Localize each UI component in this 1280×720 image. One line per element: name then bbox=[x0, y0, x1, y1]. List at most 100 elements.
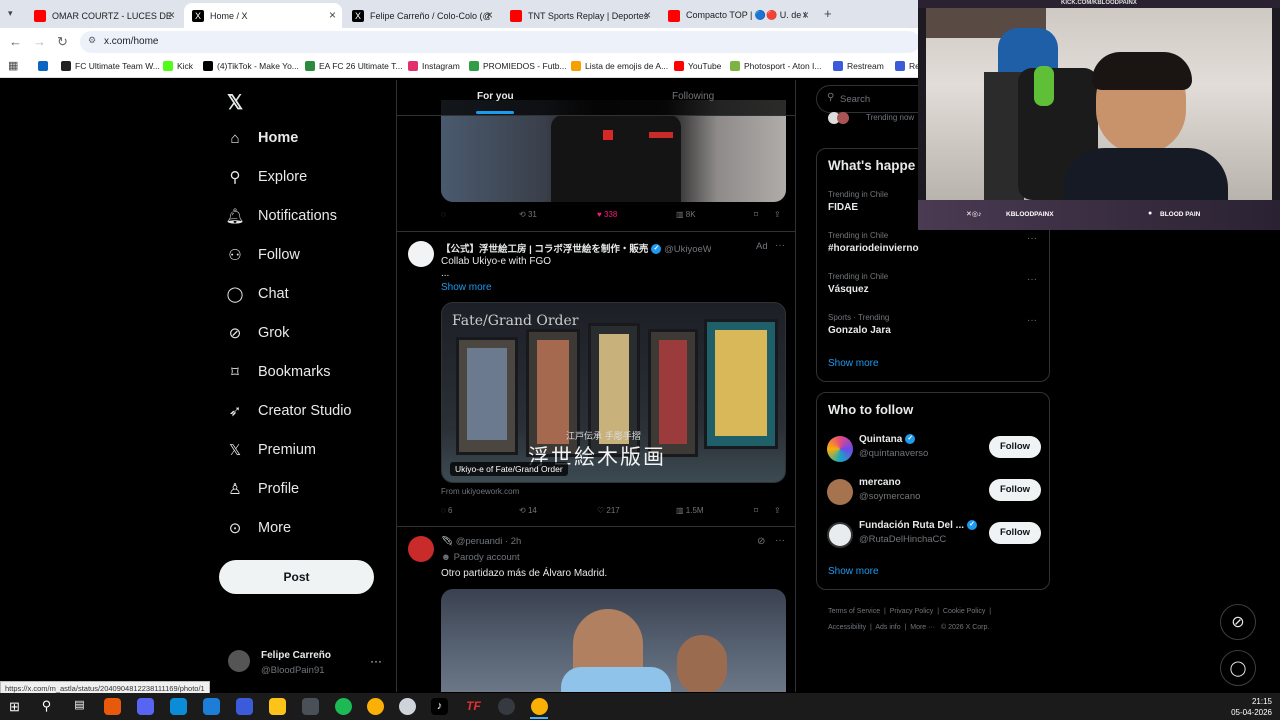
copilot-icon[interactable] bbox=[104, 698, 121, 715]
retweet-button[interactable]: ⟲ 14 bbox=[519, 506, 537, 515]
spotify-icon[interactable] bbox=[335, 698, 352, 715]
post-button[interactable]: Post bbox=[219, 560, 374, 594]
footer-link[interactable]: Ads info bbox=[875, 624, 900, 631]
like-button[interactable]: ♥ 338 bbox=[597, 210, 617, 219]
nav-grok[interactable]: ⊘ Grok bbox=[226, 324, 290, 342]
bookmark-item[interactable]: (4)TikTok - Make Yo... bbox=[203, 61, 299, 71]
follow-suggestion[interactable]: mercano @soymercano Follow bbox=[827, 477, 1041, 513]
account-menu-icon[interactable]: ··· bbox=[370, 654, 382, 668]
reply-icon[interactable]: ◌ bbox=[441, 210, 446, 219]
system-clock[interactable]: 21:15 05-04-2026 bbox=[1231, 696, 1272, 718]
share-icon[interactable]: ⇪ bbox=[774, 506, 781, 515]
footer-link[interactable]: Privacy Policy bbox=[890, 608, 934, 615]
chrome-icon[interactable] bbox=[367, 698, 384, 715]
bookmark-item[interactable]: EA FC 26 Ultimate T... bbox=[305, 61, 402, 71]
bookmark-item[interactable]: YouTube bbox=[674, 61, 721, 71]
trends-show-more[interactable]: Show more bbox=[828, 358, 879, 369]
tab-for-you[interactable]: For you bbox=[477, 91, 514, 102]
reload-icon[interactable]: ↻ bbox=[57, 34, 68, 50]
close-icon[interactable]: × bbox=[802, 8, 809, 22]
close-icon[interactable]: × bbox=[329, 8, 336, 22]
tweet-author[interactable]: 🪶︎ @peruandi · 2h bbox=[441, 536, 521, 547]
share-icon[interactable]: ⇪ bbox=[774, 210, 781, 219]
tab-search-chevron-icon[interactable]: ▾ bbox=[8, 8, 13, 19]
forward-arrow-icon[interactable]: → bbox=[33, 34, 46, 49]
trend-more-icon[interactable]: ··· bbox=[1027, 274, 1037, 285]
footer-link[interactable]: Cookie Policy bbox=[943, 608, 985, 615]
bookmark-item[interactable]: Restream bbox=[833, 61, 884, 71]
trend-item[interactable]: Trending in Chile FIDAE bbox=[828, 190, 888, 213]
file-explorer-icon[interactable] bbox=[269, 698, 286, 715]
address-bar[interactable]: ⚙ x.com/home bbox=[80, 31, 920, 53]
views-button[interactable]: ▥ 1.5M bbox=[676, 506, 704, 515]
obs-icon[interactable] bbox=[498, 698, 515, 715]
trend-item[interactable]: Sports · Trending Gonzalo Jara bbox=[828, 313, 891, 336]
footer-link[interactable]: Accessibility bbox=[828, 624, 866, 631]
tab-following[interactable]: Following bbox=[672, 91, 714, 102]
bookmark-item[interactable]: Kick bbox=[163, 61, 193, 71]
follow-button[interactable]: Follow bbox=[989, 522, 1041, 544]
grok-icon[interactable]: ⊘ bbox=[757, 536, 765, 547]
bookmark-icon[interactable]: ⌑ bbox=[754, 210, 758, 219]
mail-icon[interactable] bbox=[203, 698, 220, 715]
tweet-author-name[interactable]: 【公式】浮世絵工房 | コラボ浮世絵を制作・販売✓ @UkiyoeWork bbox=[441, 241, 711, 255]
trend-more-icon[interactable]: ··· bbox=[1027, 233, 1037, 244]
avatar[interactable] bbox=[408, 536, 434, 562]
chat-button[interactable]: ◯ bbox=[1220, 650, 1256, 686]
nav-bookmarks[interactable]: ⌑ Bookmarks bbox=[226, 363, 330, 381]
bookmark-item[interactable]: PROMIEDOS - Futb... bbox=[469, 61, 567, 71]
site-info-icon[interactable]: ⚙ bbox=[88, 35, 96, 46]
nav-more[interactable]: ⊙ More bbox=[226, 519, 291, 537]
nav-profile[interactable]: ♙ Profile bbox=[226, 480, 299, 498]
nav-notifications[interactable]: 🔔︎ Notifications bbox=[225, 207, 337, 225]
bookmark-item[interactable]: Photosport - Aton I... bbox=[730, 61, 822, 71]
nav-premium[interactable]: 𝕏 Premium bbox=[226, 441, 316, 459]
follow-show-more[interactable]: Show more bbox=[828, 566, 879, 577]
trend-item[interactable]: Trending in Chile Vásquez bbox=[828, 272, 888, 295]
avatar[interactable] bbox=[228, 650, 250, 672]
edge-icon[interactable] bbox=[170, 698, 187, 715]
trend-more-icon[interactable]: ··· bbox=[1027, 315, 1037, 326]
tweet-media-image[interactable] bbox=[441, 589, 786, 692]
bookmark-item[interactable]: FC Ultimate Team W... bbox=[61, 61, 160, 71]
nav-chat[interactable]: ◯ Chat bbox=[226, 285, 289, 303]
show-more-link[interactable]: Show more bbox=[441, 282, 492, 293]
grok-button[interactable]: ⊘ bbox=[1220, 604, 1256, 640]
like-button[interactable]: ♡ 217 bbox=[597, 506, 620, 515]
retweet-button[interactable]: ⟲ 31 bbox=[519, 210, 537, 219]
footer-link[interactable]: Terms of Service bbox=[828, 608, 880, 615]
search-icon[interactable]: ⚲ bbox=[38, 698, 55, 715]
discord-icon[interactable] bbox=[137, 698, 154, 715]
more-options-icon[interactable]: ··· bbox=[775, 535, 785, 546]
nav-explore[interactable]: ⚲ Explore bbox=[226, 168, 308, 186]
footer-link[interactable]: More ··· bbox=[910, 624, 935, 631]
close-icon[interactable]: × bbox=[486, 8, 493, 22]
nav-follow[interactable]: ⚇ Follow bbox=[226, 246, 300, 264]
chrome-icon[interactable] bbox=[531, 698, 548, 715]
browser-tab[interactable]: Compacto TOP | 🔵🔴 U. de C × bbox=[660, 3, 815, 28]
browser-tab[interactable]: TNT Sports Replay | Deportes C × bbox=[502, 3, 657, 28]
follow-button[interactable]: Follow bbox=[989, 479, 1041, 501]
windows-start-icon[interactable]: ⊞ bbox=[6, 698, 23, 715]
ad-source-link[interactable]: From ukiyoework.com bbox=[441, 487, 519, 496]
ad-media-image[interactable]: Fate/Grand Order 江戸伝承 手彫手摺 浮世絵木版画 Ukiyo-… bbox=[441, 302, 786, 483]
back-arrow-icon[interactable]: ← bbox=[9, 34, 22, 49]
tiktok-icon[interactable]: ♪ bbox=[431, 698, 448, 715]
browser-tab[interactable]: OMAR COURTZ - LUCES DE CO × bbox=[26, 3, 181, 28]
bookmark-icon[interactable]: ⌑ bbox=[754, 506, 758, 515]
close-icon[interactable]: × bbox=[168, 8, 175, 22]
apps-grid-icon[interactable]: ▦ bbox=[8, 59, 18, 72]
follow-button[interactable]: Follow bbox=[989, 436, 1041, 458]
bookmark-item[interactable]: Instagram bbox=[408, 61, 460, 71]
bookmark-linkedin[interactable] bbox=[38, 61, 52, 71]
follow-suggestion[interactable]: Fundación Ruta Del ... ✓ @RutaDelHinchaCC… bbox=[827, 520, 1041, 556]
nav-creator-studio[interactable]: ➶ Creator Studio bbox=[226, 402, 352, 420]
x-logo-icon[interactable]: 𝕏 bbox=[227, 90, 243, 115]
close-icon[interactable]: × bbox=[644, 8, 651, 22]
follow-suggestion[interactable]: Quintana ✓ @quintanaverso Follow bbox=[827, 434, 1041, 470]
app-icon[interactable] bbox=[236, 698, 253, 715]
app-icon[interactable] bbox=[302, 698, 319, 715]
bookmark-item[interactable]: Lista de emojis de A... bbox=[571, 61, 668, 71]
new-tab-button[interactable]: + bbox=[824, 6, 832, 21]
views-button[interactable]: ▥ 8K bbox=[676, 210, 696, 219]
